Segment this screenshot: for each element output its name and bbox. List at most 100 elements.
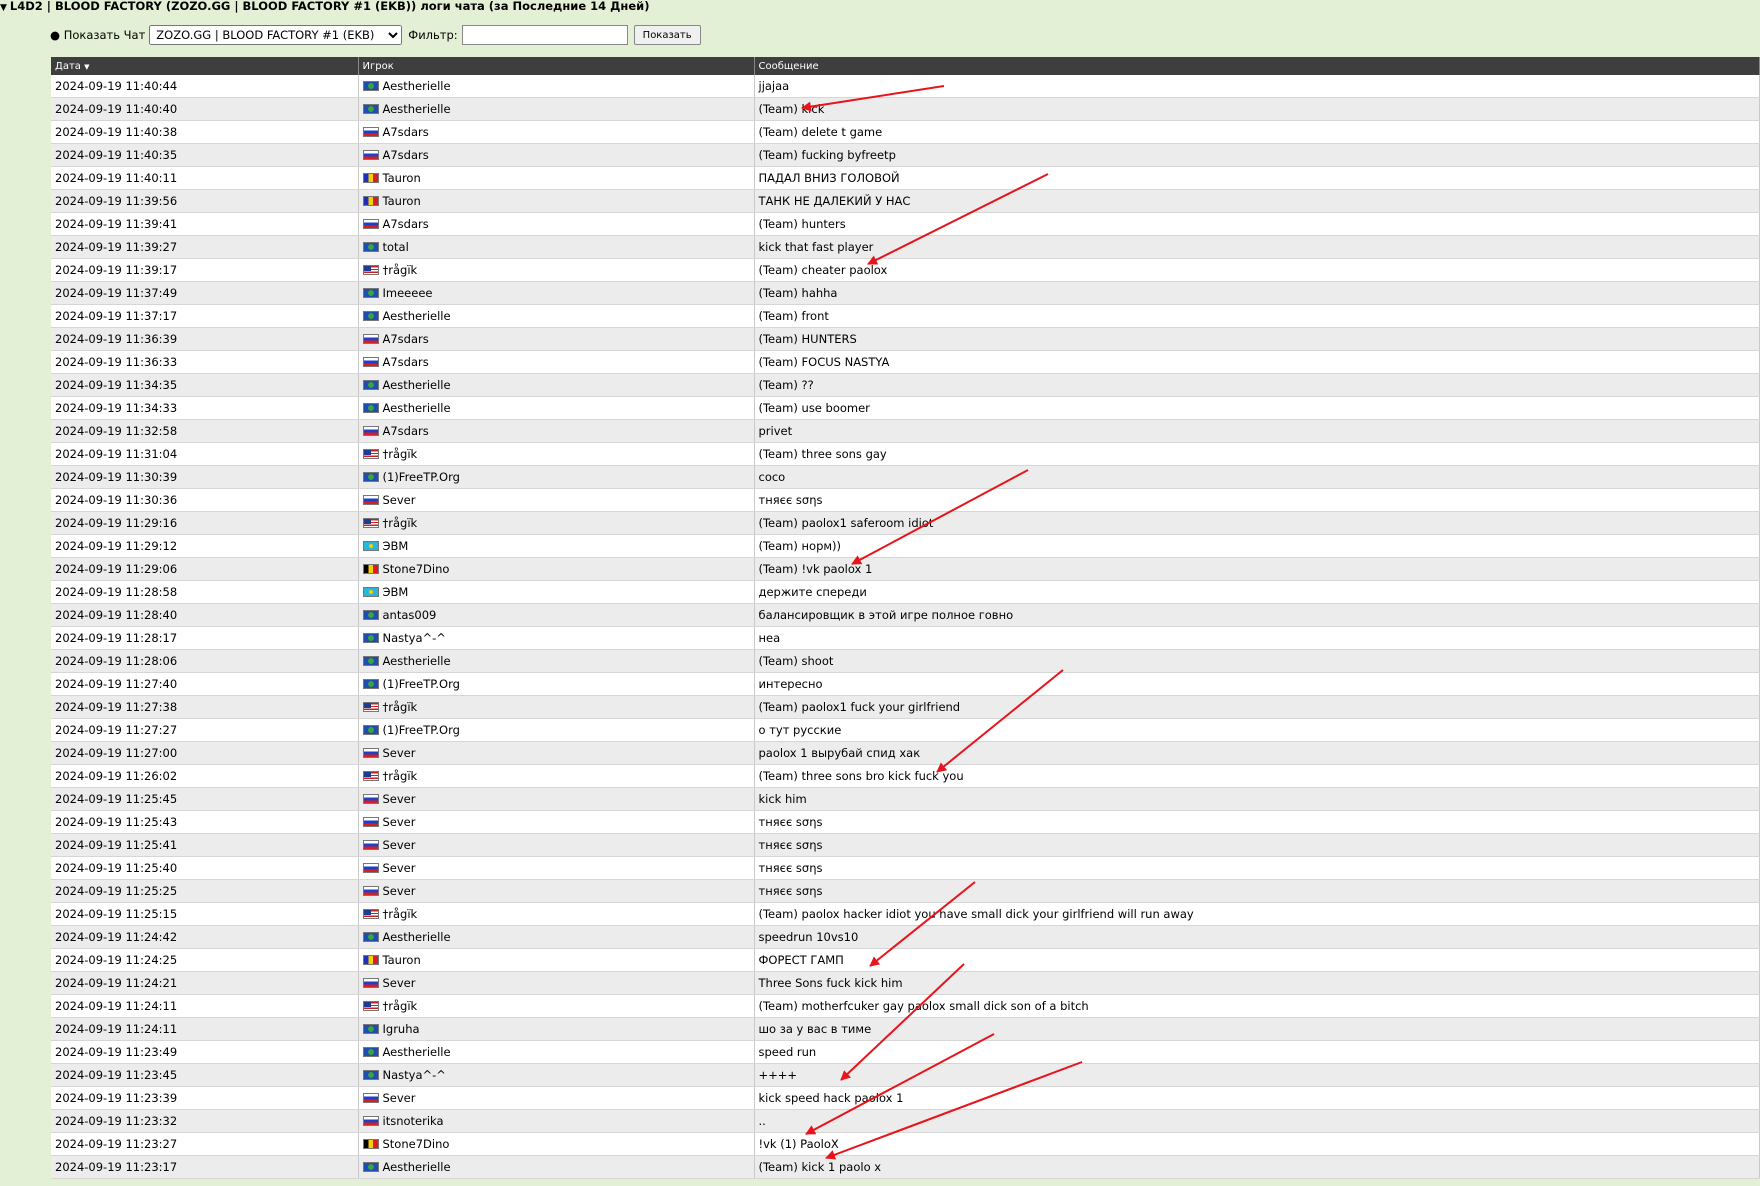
row-player[interactable]: Aestherielle <box>358 97 755 121</box>
row-player[interactable]: Sever <box>358 488 755 512</box>
player-name[interactable]: A7sdars <box>383 148 429 162</box>
player-name[interactable]: A7sdars <box>383 125 429 139</box>
row-player[interactable]: Aestherielle <box>358 304 755 328</box>
player-name[interactable]: ЭВМ <box>383 539 409 553</box>
row-player[interactable]: (1)FreeTP.Org <box>358 672 755 696</box>
row-player[interactable]: Nastya^-^ <box>358 626 755 650</box>
row-player[interactable]: Sever <box>358 787 755 811</box>
player-name[interactable]: Aestherielle <box>383 654 451 668</box>
row-player[interactable]: antas009 <box>358 603 755 627</box>
row-player[interactable]: Aestherielle <box>358 373 755 397</box>
player-name[interactable]: †rågïk <box>383 700 418 714</box>
player-name[interactable]: A7sdars <box>383 332 429 346</box>
player-name[interactable]: Nastya^-^ <box>383 631 446 645</box>
column-header-player[interactable]: Игрок <box>358 57 755 75</box>
row-player[interactable]: †rågïk <box>358 258 755 282</box>
player-name[interactable]: Sever <box>383 976 416 990</box>
player-name[interactable]: Aestherielle <box>383 378 451 392</box>
player-name[interactable]: antas009 <box>383 608 437 622</box>
row-player[interactable]: (1)FreeTP.Org <box>358 465 755 489</box>
player-name[interactable]: total <box>383 240 409 254</box>
player-name[interactable]: Nastya^-^ <box>383 1068 446 1082</box>
row-player[interactable]: Tauron <box>358 948 755 972</box>
player-name[interactable]: Stone7Dino <box>383 562 450 576</box>
row-player[interactable]: A7sdars <box>358 350 755 374</box>
row-player[interactable]: Sever <box>358 810 755 834</box>
row-player[interactable]: Imeeeee <box>358 281 755 305</box>
row-player[interactable]: Aestherielle <box>358 1040 755 1064</box>
row-player[interactable]: Tauron <box>358 166 755 190</box>
row-player[interactable]: †rågïk <box>358 511 755 535</box>
player-name[interactable]: †rågïk <box>383 516 418 530</box>
player-name[interactable]: (1)FreeTP.Org <box>383 677 460 691</box>
player-name[interactable]: Igruha <box>383 1022 420 1036</box>
player-name[interactable]: Tauron <box>383 171 421 185</box>
player-name[interactable]: †rågïk <box>383 263 418 277</box>
row-player[interactable]: A7sdars <box>358 120 755 144</box>
row-player[interactable]: Aestherielle <box>358 1155 755 1179</box>
row-player[interactable]: †rågïk <box>358 902 755 926</box>
row-player[interactable]: Nastya^-^ <box>358 1063 755 1087</box>
row-player[interactable]: Aestherielle <box>358 925 755 949</box>
player-name[interactable]: (1)FreeTP.Org <box>383 470 460 484</box>
filter-input[interactable] <box>461 25 628 45</box>
collapse-triangle-icon[interactable]: ▼ <box>0 3 7 13</box>
row-player[interactable]: Sever <box>358 833 755 857</box>
row-player[interactable]: †rågïk <box>358 994 755 1018</box>
show-button[interactable]: Показать <box>633 25 701 45</box>
row-player[interactable]: total <box>358 235 755 259</box>
row-player[interactable]: †rågïk <box>358 442 755 466</box>
row-player[interactable]: Aestherielle <box>358 396 755 420</box>
column-header-message[interactable]: Сообщение <box>754 57 1760 75</box>
row-player[interactable]: Sever <box>358 879 755 903</box>
player-name[interactable]: †rågïk <box>383 999 418 1013</box>
player-name[interactable]: A7sdars <box>383 217 429 231</box>
player-name[interactable]: Aestherielle <box>383 79 451 93</box>
row-player[interactable]: Aestherielle <box>358 75 755 98</box>
row-player[interactable]: Stone7Dino <box>358 1132 755 1156</box>
player-name[interactable]: Sever <box>383 884 416 898</box>
row-player[interactable]: Igruha <box>358 1017 755 1041</box>
row-player[interactable]: †rågïk <box>358 695 755 719</box>
player-name[interactable]: Sever <box>383 493 416 507</box>
player-name[interactable]: Sever <box>383 861 416 875</box>
row-player[interactable]: A7sdars <box>358 419 755 443</box>
player-name[interactable]: (1)FreeTP.Org <box>383 723 460 737</box>
chat-select[interactable]: ZOZO.GG | BLOOD FACTORY #1 (EKB) <box>149 25 403 45</box>
player-name[interactable]: itsnoterika <box>383 1114 444 1128</box>
player-name[interactable]: Aestherielle <box>383 309 451 323</box>
player-name[interactable]: Tauron <box>383 194 421 208</box>
player-name[interactable]: A7sdars <box>383 424 429 438</box>
column-header-date[interactable]: Дата ▼ <box>51 57 359 75</box>
row-player[interactable]: ЭВМ <box>358 580 755 604</box>
row-player[interactable]: A7sdars <box>358 143 755 167</box>
player-name[interactable]: Sever <box>383 815 416 829</box>
row-player[interactable]: Stone7Dino <box>358 557 755 581</box>
row-player[interactable]: Sever <box>358 971 755 995</box>
player-name[interactable]: Aestherielle <box>383 930 451 944</box>
row-player[interactable]: A7sdars <box>358 212 755 236</box>
row-player[interactable]: (1)FreeTP.Org <box>358 718 755 742</box>
row-player[interactable]: Tauron <box>358 189 755 213</box>
row-player[interactable]: ЭВМ <box>358 534 755 558</box>
player-name[interactable]: Tauron <box>383 953 421 967</box>
row-player[interactable]: Sever <box>358 741 755 765</box>
player-name[interactable]: Aestherielle <box>383 401 451 415</box>
player-name[interactable]: A7sdars <box>383 355 429 369</box>
player-name[interactable]: Stone7Dino <box>383 1137 450 1151</box>
player-name[interactable]: Sever <box>383 746 416 760</box>
player-name[interactable]: Aestherielle <box>383 102 451 116</box>
row-player[interactable]: Sever <box>358 856 755 880</box>
row-player[interactable]: itsnoterika <box>358 1109 755 1133</box>
row-player[interactable]: Sever <box>358 1086 755 1110</box>
row-player[interactable]: A7sdars <box>358 327 755 351</box>
player-name[interactable]: Imeeeee <box>383 286 433 300</box>
player-name[interactable]: Sever <box>383 1091 416 1105</box>
row-player[interactable]: †rågïk <box>358 764 755 788</box>
player-name[interactable]: †rågïk <box>383 907 418 921</box>
player-name[interactable]: Sever <box>383 792 416 806</box>
player-name[interactable]: Aestherielle <box>383 1045 451 1059</box>
player-name[interactable]: Sever <box>383 838 416 852</box>
player-name[interactable]: †rågïk <box>383 769 418 783</box>
player-name[interactable]: Aestherielle <box>383 1160 451 1174</box>
